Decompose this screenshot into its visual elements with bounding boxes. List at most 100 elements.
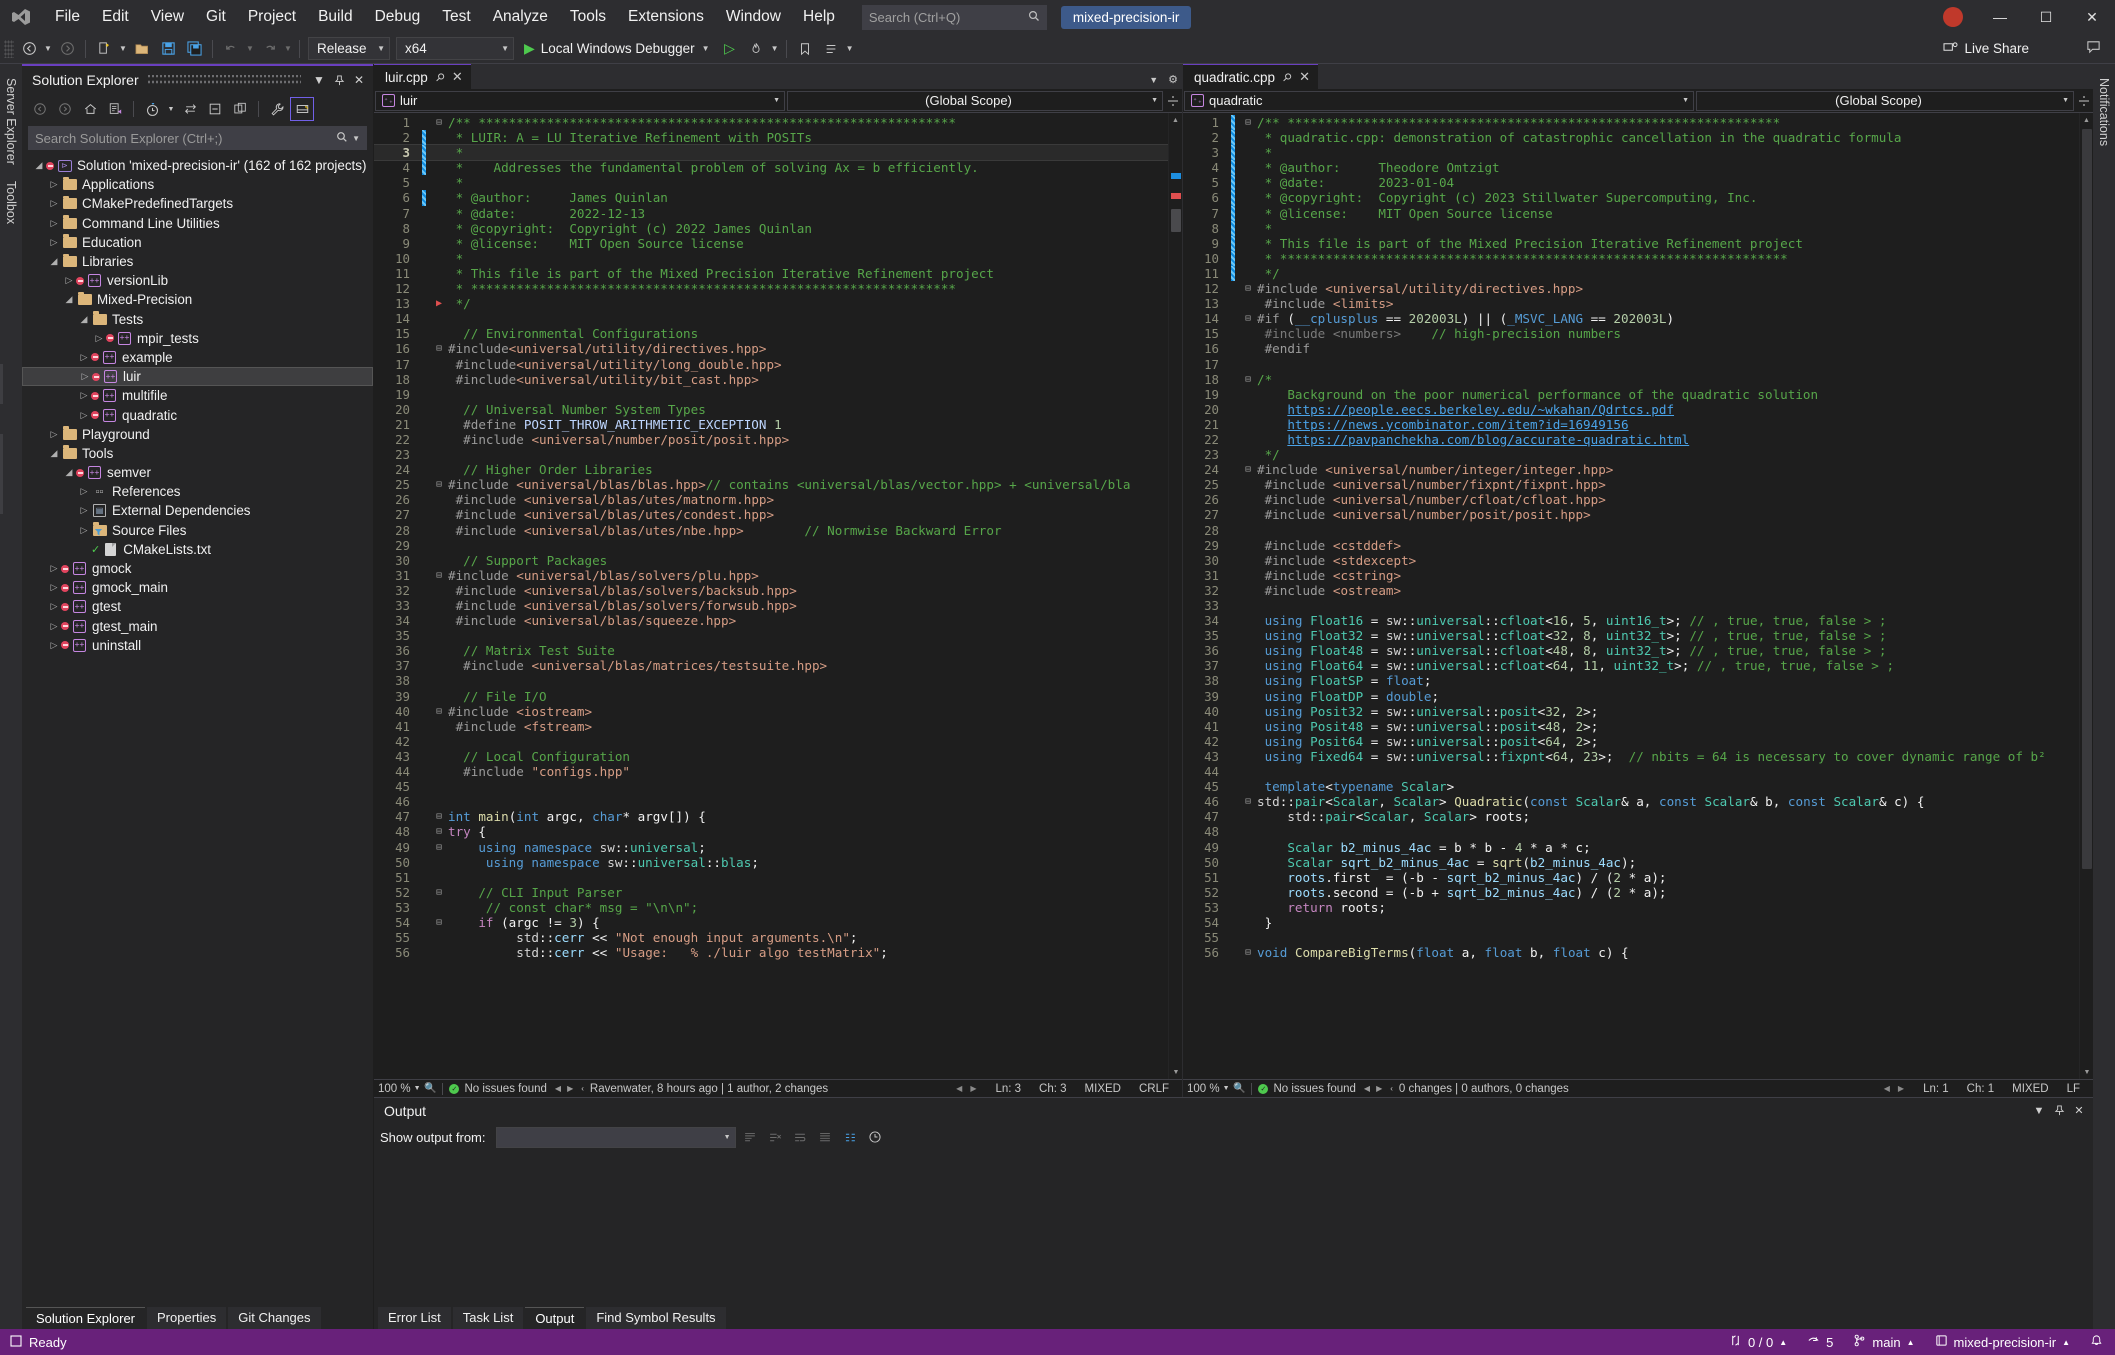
zoom-control-left[interactable]: 100 % ▼ (378, 1083, 424, 1095)
tree-item-education[interactable]: ▷Education (22, 233, 373, 252)
source-control-status[interactable]: 0 / 0 ▲ (1719, 1329, 1797, 1355)
account-avatar[interactable] (1943, 7, 1963, 27)
se-home-icon[interactable] (78, 97, 102, 121)
code-line[interactable]: 7 * @date: 2022-12-13 (374, 206, 1168, 221)
document-settings-icon-left[interactable]: ⚙ (1168, 73, 1178, 86)
fold-toggle-icon[interactable]: ⊟ (432, 915, 446, 930)
solution-configuration-combo[interactable]: Release ▼ (308, 37, 390, 60)
breakpoint-icon[interactable]: ▶ (432, 296, 446, 311)
live-share-button[interactable]: Live Share (1943, 41, 2029, 57)
code-line[interactable]: 41 #include <fstream> (374, 719, 1168, 734)
code-line[interactable]: 55 (1183, 930, 2079, 945)
se-pending-changes-icon[interactable] (140, 97, 164, 121)
close-icon-left[interactable]: ✕ (452, 69, 463, 85)
code-line[interactable]: 16 #endif (1183, 341, 2079, 356)
code-line[interactable]: 10 * (374, 251, 1168, 266)
fold-toggle-icon[interactable]: ⊟ (1241, 115, 1255, 130)
code-line[interactable]: 42 (374, 734, 1168, 749)
tree-item-solution-mixed-precision-ir-162-of-162-projects[interactable]: ◢⊳Solution 'mixed-precision-ir' (162 of … (22, 156, 373, 175)
code-line[interactable]: 38 using FloatSP = float; (1183, 673, 2079, 688)
git-blame-info-right[interactable]: ‹ 0 changes | 0 authors, 0 changes (1390, 1083, 1569, 1095)
navigate-forward-icon[interactable] (54, 37, 80, 61)
save-icon[interactable] (155, 37, 181, 61)
tab-error-list[interactable]: Error List (378, 1307, 451, 1329)
output-text-area[interactable] (374, 1151, 2093, 1305)
expand-arrow[interactable]: ▷ (47, 179, 61, 190)
menu-build[interactable]: Build (307, 3, 363, 31)
expand-arrow[interactable]: ▷ (62, 275, 76, 286)
hscroll-right-icon[interactable]: ▶ (966, 1084, 986, 1093)
code-line[interactable]: 4 * @author: Theodore Omtzigt (1183, 160, 2079, 175)
tab-task-list[interactable]: Task List (453, 1307, 524, 1329)
scroll-down-icon-right[interactable]: ▼ (2080, 1065, 2093, 1079)
se-switch-views-icon[interactable] (103, 97, 127, 121)
code-line[interactable]: 2 * LUIR: A = LU Iterative Refinement wi… (374, 130, 1168, 145)
fold-toggle-icon[interactable]: ⊟ (1241, 462, 1255, 477)
pin-icon-left[interactable]: ⚲ (432, 70, 447, 85)
code-line[interactable]: 51 (374, 870, 1168, 885)
menu-edit[interactable]: Edit (91, 3, 140, 31)
notifications-status[interactable] (2080, 1329, 2113, 1355)
expand-arrow[interactable]: ◢ (62, 467, 76, 478)
zoom-icon-right[interactable]: 🔍 (1233, 1083, 1245, 1094)
navigate-back-icon[interactable] (16, 37, 42, 61)
code-line[interactable]: 14⊟#if (__cplusplus == 202003L) || (_MSV… (1183, 311, 2079, 326)
se-preview-selected-items-icon[interactable] (290, 97, 314, 121)
expand-arrow[interactable]: ▷ (47, 429, 61, 440)
code-line[interactable]: 8 * (1183, 221, 2079, 236)
code-line[interactable]: 31⊟#include <universal/blas/solvers/plu.… (374, 568, 1168, 583)
code-line[interactable]: 1⊟/** **********************************… (374, 115, 1168, 130)
fold-toggle-icon[interactable]: ⊟ (432, 477, 446, 492)
code-line[interactable]: 26 #include <universal/number/cfloat/cfl… (1183, 492, 2079, 507)
fold-toggle-icon[interactable]: ⊟ (432, 809, 446, 824)
scrollbar-thumb-left[interactable] (1171, 209, 1181, 232)
code-line[interactable]: 21 #define POSIT_THROW_ARITHMETIC_EXCEPT… (374, 417, 1168, 432)
sidebar-item-server-explorer[interactable]: Server Explorer (1, 70, 21, 173)
expand-arrow[interactable]: ▷ (47, 621, 61, 632)
tree-item-quadratic[interactable]: ▷++quadratic (22, 405, 373, 424)
code-line[interactable]: 19 Background on the poor numerical perf… (1183, 387, 2079, 402)
undo-dropdown-icon[interactable]: ▼ (244, 37, 256, 61)
code-line[interactable]: 6 * @copyright: Copyright (c) 2023 Still… (1183, 190, 2079, 205)
solution-name-badge[interactable]: mixed-precision-ir (1061, 6, 1192, 29)
nav-project-combo-right[interactable]: ⁺₊ quadratic ▼ (1184, 91, 1694, 111)
code-line[interactable]: 4 * Addresses the fundamental problem of… (374, 160, 1168, 175)
fold-toggle-icon[interactable]: ⊟ (432, 840, 446, 855)
code-line[interactable]: 49 Scalar b2_minus_4ac = b * b - 4 * a *… (1183, 840, 2079, 855)
tab-solution-explorer[interactable]: Solution Explorer (26, 1307, 145, 1329)
undo-icon[interactable] (218, 37, 244, 61)
fold-toggle-icon[interactable]: ⊟ (1241, 794, 1255, 809)
eol-indicator-left[interactable]: CRLF (1130, 1083, 1178, 1095)
code-line[interactable]: 27 #include <universal/number/posit/posi… (1183, 507, 2079, 522)
tab-luir-cpp[interactable]: luir.cpp ⚲ ✕ (374, 64, 471, 89)
code-line[interactable]: 43 // Local Configuration (374, 749, 1168, 764)
hscroll-left-icon[interactable]: ◀ (952, 1084, 966, 1093)
code-line[interactable]: 29 (374, 538, 1168, 553)
code-line[interactable]: 22 https://pavpanchekha.com/blog/accurat… (1183, 432, 2079, 447)
tree-item-libraries[interactable]: ◢Libraries (22, 252, 373, 271)
fold-toggle-icon[interactable]: ⊟ (432, 885, 446, 900)
pin-icon-right[interactable]: ⚲ (1280, 70, 1295, 85)
code-area-left[interactable]: 1⊟/** **********************************… (374, 113, 1182, 1079)
feedback-icon[interactable] (2086, 39, 2101, 58)
code-line[interactable]: 20 // Universal Number System Types (374, 402, 1168, 417)
search-options-dropdown-icon[interactable]: ▼ (352, 134, 360, 143)
menu-extensions[interactable]: Extensions (617, 3, 715, 31)
lines-icon[interactable] (818, 37, 844, 61)
code-line[interactable]: 37 using Float64 = sw::universal::cfloat… (1183, 658, 2079, 673)
start-debugging-button[interactable]: ▶ Local Windows Debugger ▼ (517, 37, 717, 61)
code-line[interactable]: 22 #include <universal/number/posit/posi… (374, 432, 1168, 447)
code-line[interactable]: 33 #include <universal/blas/solvers/forw… (374, 598, 1168, 613)
output-source-combo[interactable]: ▼ (496, 1127, 736, 1148)
bookmark-icon[interactable] (792, 37, 818, 61)
pending-changes-status[interactable]: 5 (1797, 1329, 1843, 1355)
git-blame-info-left[interactable]: ‹ Ravenwater, 8 hours ago | 1 author, 2 … (581, 1083, 828, 1095)
code-line[interactable]: 13 #include <limits> (1183, 296, 2079, 311)
se-sync-with-active-document-icon[interactable] (178, 97, 202, 121)
code-line[interactable]: 19 (374, 387, 1168, 402)
code-line[interactable]: 36 // Matrix Test Suite (374, 643, 1168, 658)
code-line[interactable]: 39 // File I/O (374, 689, 1168, 704)
code-line[interactable]: 29 #include <cstddef> (1183, 538, 2079, 553)
expand-arrow[interactable]: ◢ (77, 314, 91, 325)
se-forward-icon[interactable] (53, 97, 77, 121)
